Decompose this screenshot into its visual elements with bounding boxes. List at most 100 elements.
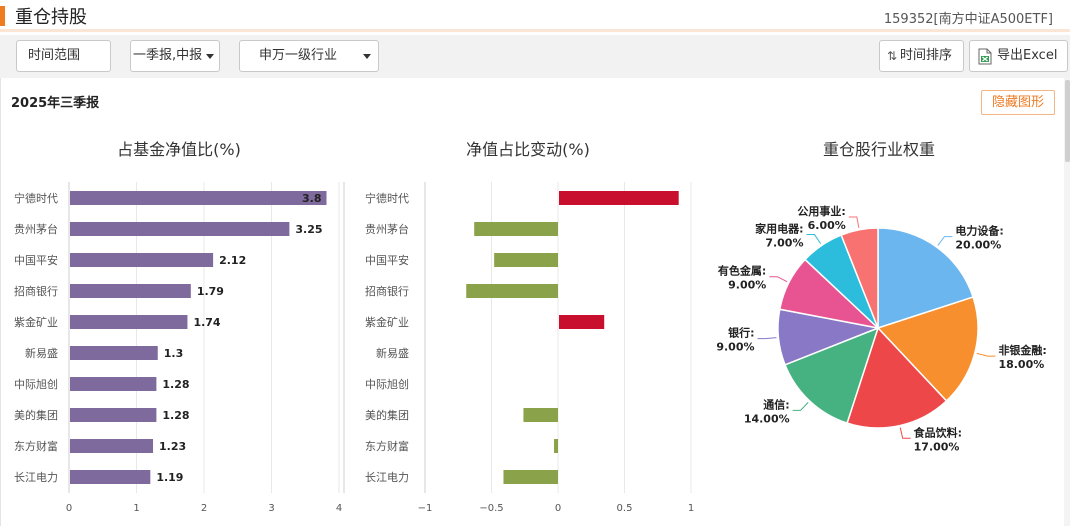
pie-leader-line: [937, 236, 953, 246]
chart1-value-label: 1.28: [162, 378, 189, 391]
industry-select-value: 申万一级行业: [259, 48, 338, 63]
chart1-value-label: 1.74: [193, 316, 220, 329]
chart1-bar[interactable]: [70, 470, 151, 484]
chart1-value-label: 1.3: [164, 347, 184, 360]
chart2-bar[interactable]: [554, 439, 558, 453]
chart1-bar[interactable]: [70, 408, 157, 422]
export-excel-button[interactable]: 导出Excel: [969, 40, 1068, 72]
chart2-bar[interactable]: [503, 470, 558, 484]
chart1-category-label: 中国平安: [14, 253, 58, 267]
chart2-category-label: 美的集团: [365, 408, 409, 422]
chart1-category-label: 招商银行: [14, 284, 58, 298]
pie-slice-name: 通信:: [763, 397, 789, 411]
chart2-tick-label: 0.5: [617, 503, 633, 514]
chart1-category-label: 新易盛: [25, 346, 58, 360]
chart1-category-label: 紫金矿业: [14, 315, 58, 329]
chart1-value-label: 1.79: [197, 285, 224, 298]
chart1-title: 占基金净值比(%): [117, 140, 241, 159]
chart2-bar[interactable]: [523, 408, 558, 422]
pie-slice-percent: 17.00%: [914, 440, 960, 453]
excel-icon: [978, 48, 992, 65]
chart1-tick-label: 0: [66, 503, 72, 514]
pie-slice-percent: 18.00%: [998, 358, 1044, 371]
chart1-value-label: 1.28: [162, 409, 189, 422]
chart1-value-label: 3.8: [302, 192, 322, 205]
fund-name: 159352[南方中证A500ETF]: [883, 12, 1053, 27]
chart2-tick-label: 0: [555, 503, 561, 514]
chart1-value-label: 1.23: [159, 440, 186, 453]
chart1-category-label: 美的集团: [14, 408, 58, 422]
chart1-bar[interactable]: [70, 253, 214, 267]
pie-slice-name: 银行:: [728, 326, 754, 340]
chart1-tick-label: 1: [133, 503, 139, 514]
chart2-bar[interactable]: [474, 222, 558, 236]
chart2-category-label: 长江电力: [365, 471, 409, 484]
chart2-category-label: 贵州茅台: [365, 222, 409, 236]
chart1-category-label: 东方财富: [14, 439, 58, 453]
export-label: 导出Excel: [997, 48, 1058, 63]
holdings-content: 2025年三季报 隐藏图形 占基金净值比(%) 0 1 2 3 4 宁德时代 3.8 贵州茅台 3…: [0, 78, 1070, 526]
pie-slice-name: 电力设备:: [955, 224, 1003, 238]
chart1-value-label: 1.19: [156, 471, 183, 484]
pie-leader-line: [757, 337, 777, 340]
chart1-bar[interactable]: [70, 346, 158, 360]
chart2-bar[interactable]: [559, 315, 605, 329]
chevron-down-icon: [206, 54, 214, 59]
pie-leader-line: [976, 352, 996, 357]
pie-slice-percent: 9.00%: [716, 341, 754, 354]
pie-leader-line: [806, 234, 822, 244]
chart2-bar[interactable]: [494, 253, 558, 267]
chart2-tick-label: −1: [418, 503, 433, 514]
chart2-category-label: 中际旭创: [365, 377, 409, 391]
period-select-value: 一季报,中报: [133, 48, 203, 63]
chart1-category-label: 贵州茅台: [14, 222, 58, 236]
chart1-bar[interactable]: [70, 315, 188, 329]
page-header: 重仓持股 159352[南方中证A500ETF]: [0, 0, 1070, 32]
chart1-bar[interactable]: [70, 439, 154, 453]
pie-slice-percent: 7.00%: [765, 237, 803, 250]
charts-area: 占基金净值比(%) 0 1 2 3 4 宁德时代 3.8 贵州茅台 3.25 中国平安 2.12 招商银…: [14, 140, 1047, 514]
pie-slice-name: 食品饮料:: [914, 425, 962, 439]
chevron-down-icon: [363, 54, 371, 59]
chart2-bar[interactable]: [466, 284, 558, 298]
industry-select[interactable]: 申万一级行业: [239, 40, 379, 72]
chart2-title: 净值占比变动(%): [466, 140, 590, 159]
period-select[interactable]: 一季报,中报: [130, 40, 220, 72]
chart2-category-label: 中国平安: [365, 253, 409, 267]
pie-slice-name: 公用事业:: [797, 204, 845, 218]
chart2-bar[interactable]: [559, 191, 679, 205]
chart2-tick-label: 1: [688, 503, 694, 514]
scrollbar-thumb[interactable]: [1065, 80, 1070, 162]
pie-slice-percent: 20.00%: [955, 239, 1001, 252]
time-range-label: 时间范围: [28, 48, 81, 63]
pie-leader-line: [769, 276, 788, 283]
chart1-value-label: 2.12: [219, 254, 246, 267]
pie-leader-line: [848, 216, 860, 228]
pie-slice-percent: 14.00%: [744, 412, 790, 425]
title-accent-bar: [0, 6, 5, 26]
pie-slice-name: 家用电器:: [755, 222, 803, 236]
chart3-title: 重仓股行业权重: [823, 140, 935, 159]
chart2-category-label: 紫金矿业: [365, 315, 409, 329]
chart1-category-label: 中际旭创: [14, 377, 58, 391]
sort-arrows-icon: ⇅: [887, 49, 898, 63]
chart1-tick-label: 4: [336, 503, 342, 514]
pie-slice-percent: 6.00%: [808, 219, 846, 232]
time-sort-button[interactable]: ⇅ 时间排序: [879, 40, 964, 72]
time-range-button[interactable]: 时间范围: [16, 40, 111, 72]
chart1-tick-label: 3: [268, 503, 274, 514]
time-sort-label: 时间排序: [900, 48, 953, 63]
chart1-bar[interactable]: [70, 377, 157, 391]
pie-slice-name: 有色金属:: [718, 264, 766, 278]
chart1-bar[interactable]: [70, 191, 327, 205]
pie-slice-name: 非银金融:: [998, 343, 1046, 357]
chart2-category-label: 新易盛: [376, 346, 409, 360]
chart1-value-label: 3.25: [295, 223, 322, 236]
chart1-category-label: 长江电力: [14, 471, 58, 484]
chart1-bar[interactable]: [70, 284, 191, 298]
chart2-category-label: 东方财富: [365, 439, 409, 453]
chart1-bar[interactable]: [70, 222, 290, 236]
page-title: 重仓持股: [15, 7, 87, 28]
chart2-category-label: 招商银行: [365, 284, 409, 298]
pie-leader-line: [899, 427, 911, 439]
